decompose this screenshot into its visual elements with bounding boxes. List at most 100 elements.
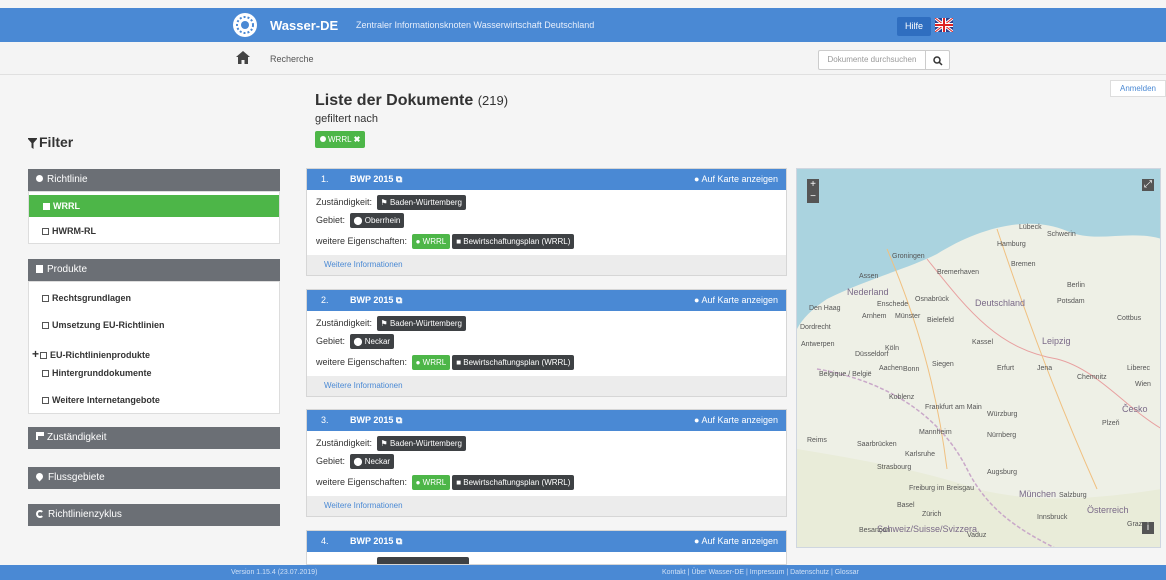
close-icon[interactable]: ✖ bbox=[354, 135, 361, 144]
zyklus-panel-header[interactable]: Richtlinienzyklus bbox=[28, 504, 280, 526]
filter-title-label: Filter bbox=[39, 134, 74, 150]
search-icon bbox=[933, 56, 943, 66]
filter-umsetzung[interactable]: Umsetzung EU-Richtlinien bbox=[42, 320, 165, 330]
wrrl-badge[interactable]: ● WRRL bbox=[411, 475, 451, 490]
produkte-panel-header[interactable]: Produkte bbox=[28, 259, 280, 281]
bwp-badge[interactable]: ■ Bewirtschaftungsplan (WRRL) bbox=[452, 234, 575, 249]
map-label: Plzeň bbox=[1102, 420, 1120, 427]
document-number: 4. bbox=[321, 536, 329, 546]
gebiet-row: Gebiet: ⬤ Neckar bbox=[316, 334, 395, 349]
filter-hwrm[interactable]: HWRM-RL bbox=[42, 226, 96, 236]
map-label: Osnabrück bbox=[915, 296, 949, 303]
filter-title: Filter bbox=[28, 134, 73, 150]
show-on-map-link[interactable]: ● Auf Karte anzeigen bbox=[694, 290, 778, 311]
zustaendigkeit-value: Baden-Württemberg bbox=[389, 319, 462, 328]
info-button[interactable]: i bbox=[1142, 522, 1154, 534]
map-label: Wien bbox=[1135, 381, 1151, 388]
zyklus-title: Richtlinienzyklus bbox=[48, 509, 122, 520]
map-label: Nederland bbox=[847, 287, 889, 297]
gebiet-badge[interactable]: ⬤ Neckar bbox=[349, 334, 395, 349]
more-info-link[interactable]: Weitere Informationen bbox=[307, 255, 786, 275]
globe-icon: ● bbox=[693, 174, 700, 184]
gebiet-value: Neckar bbox=[364, 457, 391, 466]
map-label: Lübeck bbox=[1019, 224, 1042, 231]
filter-hintergrunddokumente[interactable]: Hintergrunddokumente bbox=[42, 368, 152, 378]
expand-plus-icon[interactable]: + bbox=[32, 347, 39, 361]
document-title-label: BWP 2015 bbox=[350, 295, 394, 305]
properties-row: weitere Eigenschaften: ● WRRL ■ Bewirtsch… bbox=[316, 355, 575, 370]
map-label: Karlsruhe bbox=[905, 451, 935, 458]
footer-links[interactable]: Kontakt | Über Wasser-DE | Impressum | D… bbox=[662, 565, 859, 580]
properties-label: weitere Eigenschaften: bbox=[316, 236, 408, 246]
login-button[interactable]: Anmelden bbox=[1110, 80, 1166, 97]
funnel-icon bbox=[28, 137, 37, 149]
zustaendigkeit-badge[interactable]: ⚑ Baden-Württemberg bbox=[376, 195, 466, 210]
show-on-map-link[interactable]: ● Auf Karte anzeigen bbox=[694, 531, 778, 552]
map-label: Antwerpen bbox=[801, 341, 835, 348]
home-icon[interactable] bbox=[236, 51, 250, 64]
search-input[interactable]: Dokumente durchsuchen bbox=[818, 50, 926, 70]
zustaendigkeit-label: Zuständigkeit: bbox=[316, 438, 373, 448]
richtlinie-panel-header[interactable]: Richtlinie bbox=[28, 169, 280, 191]
bwp-badge-label: Bewirtschaftungsplan (WRRL) bbox=[463, 358, 571, 367]
zustaendigkeit-title: Zuständigkeit bbox=[47, 432, 107, 443]
map-label: Mannheim bbox=[919, 429, 952, 436]
gebiet-badge[interactable]: ⬤ Neckar bbox=[349, 454, 395, 469]
filter-rechtsgrundlagen[interactable]: Rechtsgrundlagen bbox=[42, 293, 131, 303]
checkbox-checked-icon bbox=[43, 203, 50, 210]
document-number: 3. bbox=[321, 415, 329, 425]
map-label: Liberec bbox=[1127, 365, 1150, 372]
more-info-link[interactable]: Weitere Informationen bbox=[307, 376, 786, 396]
zoom-in-button[interactable]: + bbox=[807, 179, 819, 191]
active-filter-chip[interactable]: WRRL ✖ bbox=[315, 131, 366, 148]
flussgebiete-title: Flussgebiete bbox=[48, 472, 105, 483]
zustaendigkeit-badge[interactable]: ⚑ Baden-Württemberg bbox=[376, 316, 466, 331]
document-title[interactable]: BWP 2015 ⧉ bbox=[350, 169, 402, 190]
fullscreen-button[interactable]: ⤢ bbox=[1142, 179, 1154, 191]
bwp-badge-label: Bewirtschaftungsplan (WRRL) bbox=[463, 237, 571, 246]
breadcrumb-recherche[interactable]: Recherche bbox=[270, 54, 314, 64]
checkbox-icon bbox=[40, 352, 48, 359]
uk-flag-icon[interactable] bbox=[935, 18, 953, 32]
brand-name[interactable]: Wasser-DE bbox=[270, 18, 338, 33]
document-title[interactable]: BWP 2015 ⧉ bbox=[350, 410, 402, 431]
logo-icon[interactable] bbox=[232, 12, 258, 38]
gebiet-value: Oberrhein bbox=[364, 216, 401, 225]
document-title[interactable]: BWP 2015 ⧉ bbox=[350, 531, 402, 552]
map-label: Saarbrücken bbox=[857, 441, 897, 448]
map-label: Bielefeld bbox=[927, 317, 954, 324]
map-label: Österreich bbox=[1087, 505, 1129, 515]
wrrl-badge[interactable]: ● WRRL bbox=[411, 355, 451, 370]
bwp-badge[interactable]: ■ Bewirtschaftungsplan (WRRL) bbox=[452, 355, 575, 370]
map-label: Aachen bbox=[879, 365, 903, 372]
document-title[interactable]: BWP 2015 ⧉ bbox=[350, 290, 402, 311]
gebiet-badge[interactable]: ⬤ Oberrhein bbox=[349, 213, 405, 228]
bwp-badge[interactable]: ■ Bewirtschaftungsplan (WRRL) bbox=[452, 475, 575, 490]
zustaendigkeit-badge[interactable]: ⚑ Baden-Württemberg bbox=[376, 436, 466, 451]
wrrl-badge[interactable]: ● WRRL bbox=[411, 234, 451, 249]
zoom-out-button[interactable]: − bbox=[807, 191, 819, 203]
show-on-map-link[interactable]: ● Auf Karte anzeigen bbox=[694, 410, 778, 431]
flussgebiete-panel-header[interactable]: Flussgebiete bbox=[28, 467, 280, 489]
tagline: Zentraler Informationsknoten Wasserwirts… bbox=[356, 20, 595, 30]
search-button[interactable] bbox=[926, 50, 950, 70]
richtlinie-title: Richtlinie bbox=[47, 174, 88, 185]
filter-wrrl[interactable]: WRRL bbox=[29, 195, 279, 217]
map-view[interactable]: + − ⤢ i Hamburg Bremen Groningen Nederla… bbox=[796, 168, 1161, 548]
filter-eu-richtlinienprodukte[interactable]: + EU-Richtlinienprodukte bbox=[32, 347, 150, 361]
bwp-badge-label: Bewirtschaftungsplan (WRRL) bbox=[463, 478, 571, 487]
show-on-map-link[interactable]: ● Auf Karte anzeigen bbox=[694, 169, 778, 190]
filter-wrrl-label: WRRL bbox=[53, 201, 80, 211]
active-filter-label: WRRL bbox=[328, 135, 352, 144]
more-info-link[interactable]: Weitere Informationen bbox=[307, 496, 786, 516]
map-label: Cottbus bbox=[1117, 315, 1142, 322]
filter-umsetzung-label: Umsetzung EU-Richtlinien bbox=[52, 320, 165, 330]
map-label: Leipzig bbox=[1042, 336, 1071, 346]
flag-icon bbox=[36, 432, 44, 440]
map-label: Belgique / België bbox=[819, 371, 872, 378]
top-bar: Wasser-DE Zentraler Informationsknoten W… bbox=[0, 8, 1166, 42]
help-button[interactable]: Hilfe bbox=[897, 17, 932, 36]
map-label: Bremerhaven bbox=[937, 269, 980, 276]
filter-weitere-internetangebote[interactable]: Weitere Internetangebote bbox=[42, 395, 160, 405]
zustaendigkeit-panel-header[interactable]: Zuständigkeit bbox=[28, 427, 280, 449]
